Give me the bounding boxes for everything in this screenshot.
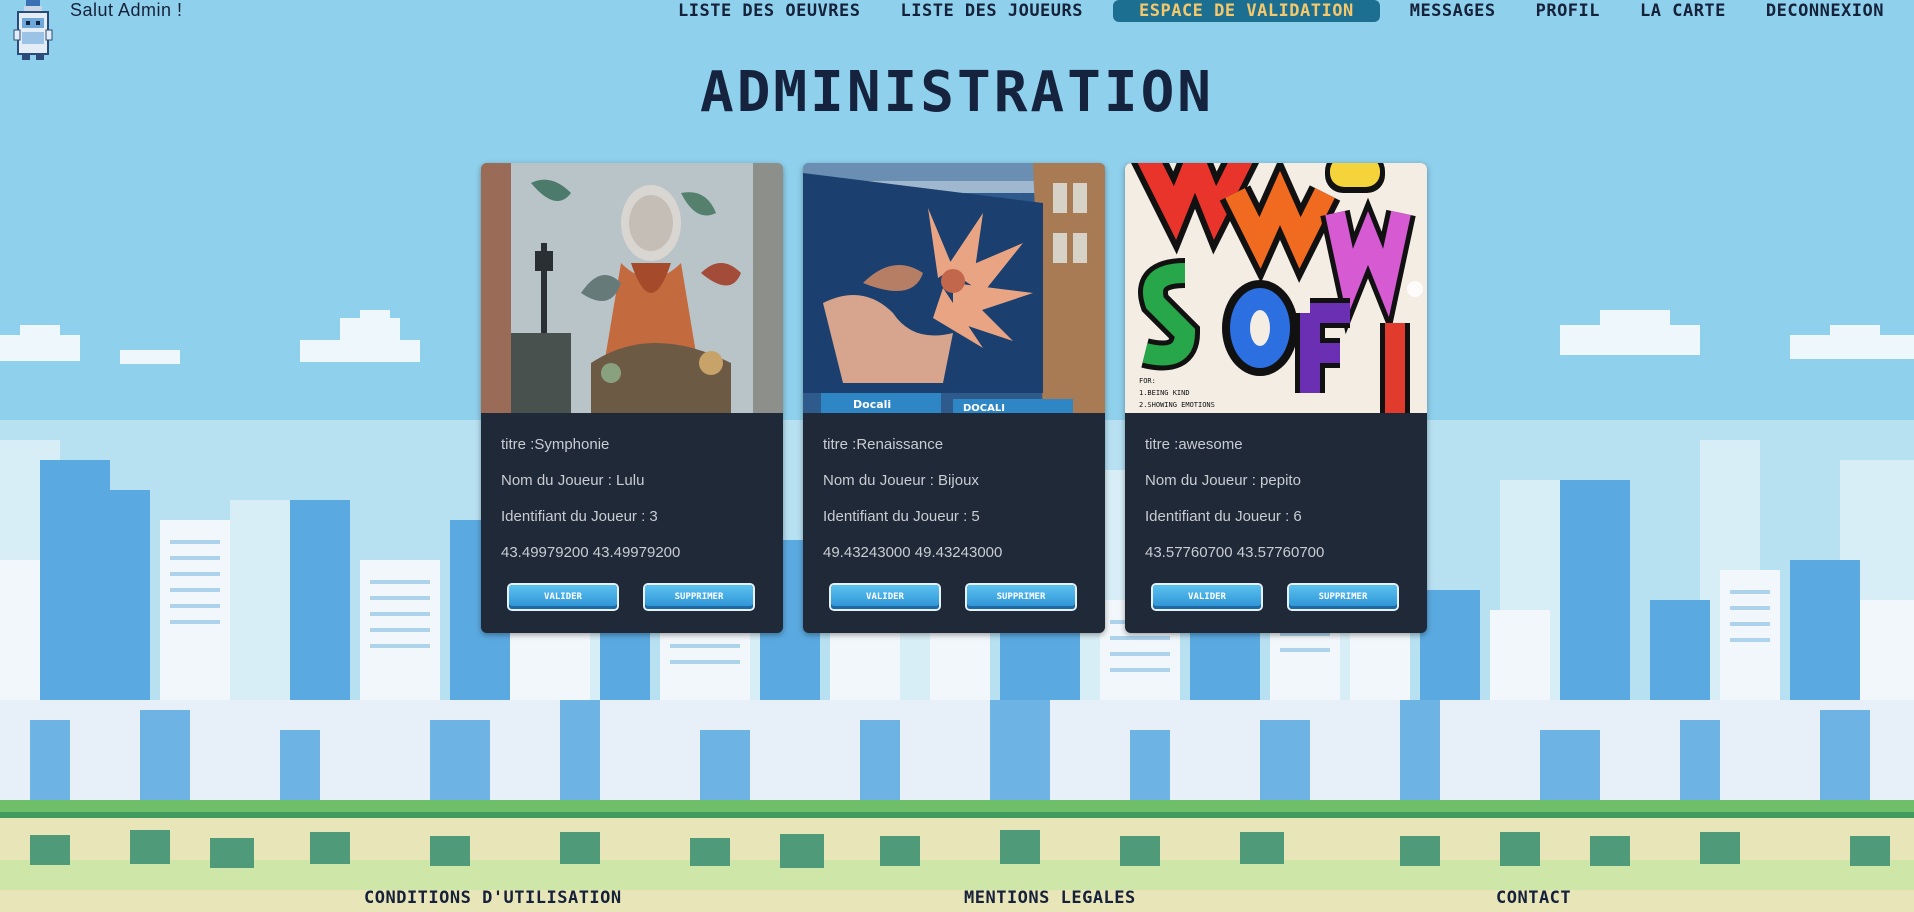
footer-terms-link[interactable]: CONDITIONS D'UTILISATION — [364, 888, 622, 908]
validate-button[interactable]: VALIDER — [509, 585, 617, 609]
photo-caption-2: 1.BEING KIND — [1139, 389, 1190, 397]
greeting-text: Salut Admin ! — [70, 0, 183, 20]
card-actions: VALIDER SUPPRIMER — [509, 585, 753, 609]
nav-liste-des-joueurs[interactable]: LISTE DES JOUEURS — [891, 0, 1094, 22]
photo-caption-3: 2.SHOWING EMOTIONS — [1139, 401, 1215, 409]
player-id: Identifiant du Joueur : 6 — [1145, 508, 1302, 525]
validate-button[interactable]: VALIDER — [831, 585, 939, 609]
delete-button[interactable]: SUPPRIMER — [645, 585, 753, 609]
nav-messages[interactable]: MESSAGES — [1400, 0, 1506, 22]
nav-deconnexion[interactable]: DECONNEXION — [1756, 0, 1894, 22]
player-id: Identifiant du Joueur : 3 — [501, 508, 658, 525]
artwork-card: FOR: 1.BEING KIND 2.SHOWING EMOTIONS tit… — [1125, 163, 1427, 633]
artwork-photo: FOR: 1.BEING KIND 2.SHOWING EMOTIONS — [1125, 163, 1427, 413]
footer-contact-link[interactable]: CONTACT — [1496, 888, 1571, 908]
artwork-coordinates: 43.49979200 43.49979200 — [501, 544, 681, 561]
page-title: ADMINISTRATION — [699, 60, 1214, 125]
photo-caption-1: FOR: — [1139, 377, 1156, 385]
artwork-photo — [481, 163, 783, 413]
delete-button[interactable]: SUPPRIMER — [967, 585, 1075, 609]
main-nav: LISTE DES OEUVRES LISTE DES JOUEURS ESPA… — [668, 0, 1894, 22]
footer-legal-link[interactable]: MENTIONS LEGALES — [964, 888, 1136, 908]
artwork-coordinates: 43.57760700 43.57760700 — [1145, 544, 1325, 561]
artwork-title: titre :Renaissance — [823, 436, 944, 453]
spray-can-mascot-icon[interactable] — [10, 0, 58, 60]
player-name: Nom du Joueur : Bijoux — [823, 472, 979, 489]
nav-profil[interactable]: PROFIL — [1526, 0, 1610, 22]
artwork-info: titre :Renaissance Nom du Joueur : Bijou… — [803, 413, 1105, 571]
card-actions: VALIDER SUPPRIMER — [831, 585, 1075, 609]
artwork-title: titre :Symphonie — [501, 436, 610, 453]
artwork-title: titre :awesome — [1145, 436, 1243, 453]
artwork-info: titre :Symphonie Nom du Joueur : Lulu Id… — [481, 413, 783, 571]
top-header: Salut Admin ! LISTE DES OEUVRES LISTE DE… — [0, 0, 1914, 60]
artwork-info: titre :awesome Nom du Joueur : pepito Id… — [1125, 413, 1427, 571]
player-name: Nom du Joueur : Lulu — [501, 472, 645, 489]
delete-button[interactable]: SUPPRIMER — [1289, 585, 1397, 609]
nav-liste-des-oeuvres[interactable]: LISTE DES OEUVRES — [668, 0, 871, 22]
artwork-card-list: titre :Symphonie Nom du Joueur : Lulu Id… — [481, 163, 1427, 633]
validate-button[interactable]: VALIDER — [1153, 585, 1261, 609]
footer: CONDITIONS D'UTILISATION MENTIONS LEGALE… — [0, 888, 1914, 912]
card-actions: VALIDER SUPPRIMER — [1153, 585, 1397, 609]
player-id: Identifiant du Joueur : 5 — [823, 508, 980, 525]
artwork-coordinates: 49.43243000 49.43243000 — [823, 544, 1003, 561]
artwork-card: Docali DOCALI titre :Renaissance Nom du … — [803, 163, 1105, 633]
artwork-photo: Docali DOCALI — [803, 163, 1105, 413]
player-name: Nom du Joueur : pepito — [1145, 472, 1301, 489]
photo-sign-right: DOCALI — [963, 403, 1005, 413]
artwork-card: titre :Symphonie Nom du Joueur : Lulu Id… — [481, 163, 783, 633]
nav-la-carte[interactable]: LA CARTE — [1630, 0, 1736, 22]
photo-sign-left: Docali — [853, 398, 891, 411]
nav-espace-de-validation[interactable]: ESPACE DE VALIDATION — [1113, 0, 1380, 22]
